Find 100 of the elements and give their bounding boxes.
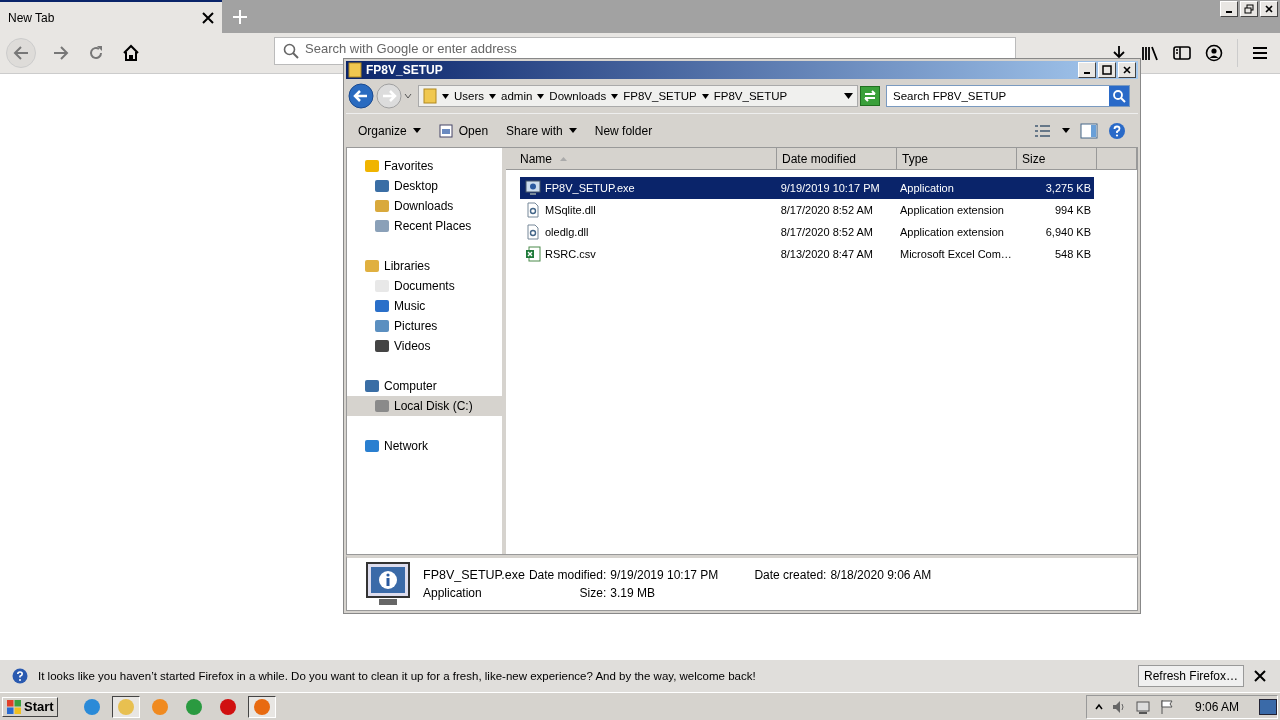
folder-icon [348, 62, 362, 78]
column-header[interactable]: Size [1017, 148, 1097, 170]
file-name: RSRC.csv [545, 248, 596, 260]
show-desktop-button[interactable] [1259, 698, 1277, 715]
maximize-button[interactable] [1098, 62, 1116, 78]
nav-item[interactable]: Desktop [347, 176, 502, 196]
forward-icon[interactable] [52, 44, 70, 62]
close-icon[interactable] [1254, 670, 1266, 682]
toolbar-button[interactable]: New folder [594, 123, 653, 138]
close-button[interactable] [1118, 62, 1136, 78]
file-name: FP8V_SETUP.exe [545, 182, 635, 194]
file-row[interactable]: oledlg.dll 8/17/2020 8:52 AM Application extension 6,940 KB [520, 221, 1094, 243]
caret-icon[interactable] [537, 92, 545, 100]
breadcrumb[interactable]: FP8V_SETUP [623, 90, 697, 102]
detail-label: Date modified: [528, 568, 607, 582]
minimize-button[interactable] [1078, 62, 1096, 78]
table-cell-text: Microsoft Excel Com… [899, 248, 1013, 260]
breadcrumb[interactable]: FP8V_SETUP [713, 90, 788, 102]
nav-item[interactable]: Favorites [347, 156, 502, 176]
close-icon[interactable] [202, 11, 214, 24]
nav-item[interactable]: Videos [347, 336, 502, 356]
browser-tab[interactable]: New Tab [0, 0, 222, 33]
clock: 9:06 AM [1194, 699, 1239, 714]
caret-icon [568, 128, 577, 133]
chevron-icon[interactable] [1094, 702, 1103, 711]
close-icon [1123, 66, 1131, 74]
nav-item[interactable]: Pictures [347, 316, 502, 336]
caret-icon[interactable] [489, 92, 497, 100]
table-cell-text: 8/17/2020 8:52 AM [779, 204, 874, 216]
caret-icon[interactable] [611, 92, 619, 100]
close-button[interactable] [1260, 1, 1278, 17]
menu-icon[interactable] [1252, 46, 1268, 60]
detail-value: 9/19/2019 10:17 PM [610, 568, 719, 582]
table-cell-text: Application extension [899, 226, 1005, 238]
detail-value: 3.19 MB [610, 586, 656, 600]
nav-item[interactable]: Music [347, 296, 502, 316]
file-name: oledlg.dll [545, 226, 589, 238]
gear-file-icon [525, 202, 541, 218]
file-row[interactable]: RSRC.csv 8/13/2020 8:47 AM Microsoft Excel Com… 548 KB [520, 243, 1094, 265]
nav-item[interactable]: Downloads [347, 196, 502, 216]
table-cell-text: 8/17/2020 8:52 AM [779, 226, 874, 238]
application-icon [365, 561, 411, 607]
back-icon[interactable] [348, 83, 374, 109]
preview-pane-icon[interactable] [1080, 122, 1098, 139]
file-row[interactable]: MSqlite.dll 8/17/2020 8:52 AM Application extension 994 KB [520, 199, 1094, 221]
breadcrumb[interactable]: Users [454, 90, 485, 102]
file-name: MSqlite.dll [545, 204, 596, 216]
new-tab-icon[interactable] [232, 8, 248, 25]
refresh-icon[interactable] [860, 86, 880, 106]
flag-icon[interactable] [1158, 698, 1175, 715]
minimize-button[interactable] [1220, 1, 1238, 17]
breadcrumb[interactable]: admin [501, 90, 533, 102]
refresh-button[interactable]: Refresh Firefox… [1137, 665, 1244, 687]
nav-item[interactable]: Network [347, 436, 502, 456]
column-header[interactable]: Date modified [777, 148, 897, 170]
help-icon[interactable] [1108, 121, 1126, 140]
sidebar-icon[interactable] [1173, 45, 1191, 61]
table-cell-text: 8/13/2020 8:47 AM [779, 248, 874, 260]
nav-item[interactable]: Computer [347, 376, 502, 396]
detail-label: Size: [578, 586, 607, 600]
help-icon [12, 668, 28, 684]
table-cell-text: Application [899, 182, 955, 194]
window-title: FP8V_SETUP [366, 63, 443, 77]
folder-icon [423, 88, 437, 104]
windows-logo-icon [6, 698, 22, 715]
toolbar-button[interactable]: Share with [506, 123, 577, 138]
caret-icon[interactable] [701, 92, 709, 100]
sort-icon [560, 156, 567, 161]
start-button[interactable]: Start [2, 696, 58, 717]
restore-button[interactable] [1240, 1, 1258, 17]
nav-item[interactable]: Documents [347, 276, 502, 296]
view-icon[interactable] [1034, 123, 1052, 138]
taskbar-app[interactable] [111, 695, 140, 718]
close-icon [1265, 5, 1273, 13]
nav-item[interactable]: Libraries [347, 256, 502, 276]
column-header[interactable]: Name [506, 148, 777, 170]
breadcrumb[interactable]: Downloads [549, 90, 607, 102]
taskbar-app[interactable] [247, 695, 276, 718]
toolbar-button[interactable]: Organize [358, 123, 421, 138]
caret-icon[interactable] [442, 92, 449, 100]
search-field[interactable]: Search FP8V_SETUP [886, 85, 1130, 107]
back-button[interactable] [6, 38, 36, 68]
search-icon [283, 43, 299, 59]
dropdown-icon[interactable] [844, 93, 853, 99]
application-icon [525, 180, 541, 196]
back-icon [12, 44, 30, 62]
reload-icon[interactable] [88, 45, 104, 61]
library-icon[interactable] [1141, 45, 1159, 61]
address-bar[interactable]: Users admin Downloads FP8V_SETUP FP8V_SETUP [418, 85, 858, 107]
toolbar-button[interactable]: Open [438, 123, 489, 138]
file-row[interactable]: FP8V_SETUP.exe 9/19/2019 10:17 PM Application 3,275 KB [520, 177, 1094, 199]
table-cell-text: Application extension [899, 204, 1005, 216]
nav-item[interactable]: Local Disk (C:) [347, 396, 502, 416]
caret-icon[interactable] [1062, 128, 1070, 133]
nav-item[interactable]: Recent Places [347, 216, 502, 236]
column-header[interactable]: Type [897, 148, 1017, 170]
account-icon[interactable] [1205, 44, 1223, 62]
gear-file-icon [525, 224, 541, 240]
home-icon[interactable] [122, 44, 140, 62]
search-button[interactable] [1109, 86, 1129, 106]
